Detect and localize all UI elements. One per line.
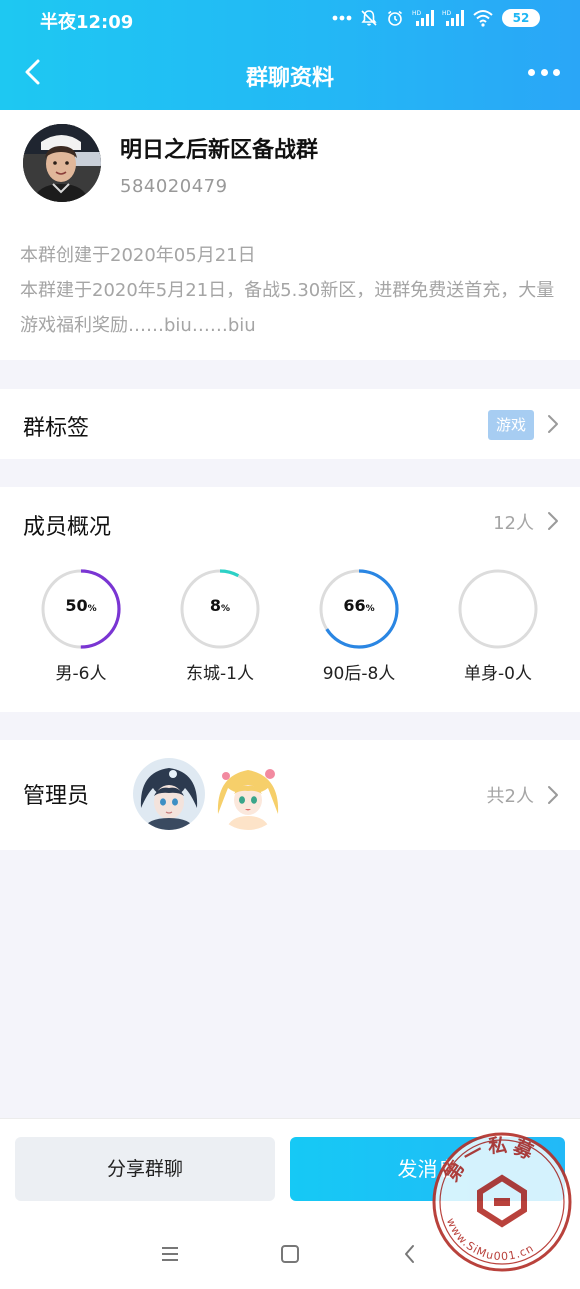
battery-indicator: 52 (502, 9, 540, 27)
stat-age: 66% 90后-8人 (299, 567, 419, 684)
more-options-button[interactable] (524, 58, 564, 86)
bottom-action-bar: 分享群聊 发消息 (0, 1118, 580, 1220)
stat-location: 8% 东城-1人 (160, 567, 280, 684)
stat-single-label: 单身-0人 (464, 664, 532, 684)
signal-hd-icon-1: HD (412, 10, 434, 26)
send-message-button[interactable]: 发消息 (290, 1137, 565, 1201)
group-created-date: 本群创建于2020年05月21日 (20, 245, 256, 266)
share-group-button[interactable]: 分享群聊 (15, 1137, 275, 1201)
status-bar: 半夜12:09 HD HD 52 (0, 0, 580, 36)
chevron-right-icon (548, 415, 558, 433)
stat-age-label: 90后-8人 (322, 664, 396, 684)
page-title: 群聊资料 (245, 66, 334, 91)
wifi-icon (473, 10, 493, 27)
group-id: 584020479 (120, 176, 228, 197)
stat-age-percent: 66% (343, 596, 375, 615)
stat-location-percent: 8% (209, 596, 231, 615)
menu-icon[interactable] (158, 1242, 182, 1266)
status-time: 半夜12:09 (40, 12, 134, 33)
members-overview-title: 成员概况 (23, 515, 112, 540)
stat-gender: 50% 男-6人 (21, 567, 141, 684)
svg-text:HD: HD (412, 10, 422, 17)
home-icon[interactable] (278, 1242, 302, 1266)
group-description: 本群创建于2020年05月21日 本群建于2020年5月21日，备战5.30新区… (20, 238, 570, 343)
member-stats: 50% 男-6人 8% 东城-1人 66% 90后-8人 单身-0人 (0, 567, 580, 697)
stat-location-label: 东城-1人 (186, 664, 254, 684)
admins-count: 共2人 (486, 786, 534, 807)
tag-badge: 游戏 (487, 410, 534, 440)
system-nav-bar (0, 1220, 580, 1289)
admins-row[interactable]: 管理员 共2人 (0, 740, 580, 850)
ring-single (458, 569, 538, 649)
admins-title: 管理员 (23, 784, 90, 809)
status-icons: HD HD 52 (332, 8, 540, 28)
group-name: 明日之后新区备战群 (120, 138, 319, 163)
group-tags-title: 群标签 (23, 416, 90, 441)
svg-text:HD: HD (442, 10, 452, 17)
chevron-right-icon (548, 786, 558, 804)
group-info-card: 明日之后新区备战群 584020479 本群创建于2020年05月21日 本群建… (0, 110, 580, 360)
members-count[interactable]: 12人 (493, 509, 534, 535)
back-icon[interactable] (398, 1242, 422, 1266)
signal-hd-icon-2: HD (442, 10, 464, 26)
group-intro-text: 本群建于2020年5月21日，备战5.30新区，进群免费送首充，大量游戏福利奖励… (20, 280, 555, 336)
admin-avatar[interactable] (212, 758, 284, 830)
app-header: 半夜12:09 HD HD 52 群聊资料 (0, 0, 580, 110)
members-overview-card: 成员概况 12人 50% 男-6人 8% 东城-1人 66% 90后-8人 单身… (0, 487, 580, 712)
stat-single: 单身-0人 (438, 567, 558, 684)
mute-bell-icon (361, 10, 377, 26)
alarm-icon (388, 10, 402, 26)
group-tags-row[interactable]: 群标签 游戏 (0, 389, 580, 459)
stat-gender-percent: 50% (65, 596, 97, 615)
more-dots-icon (332, 15, 352, 21)
admin-avatar[interactable] (133, 758, 205, 830)
chevron-right-icon[interactable] (546, 511, 560, 531)
group-avatar[interactable] (23, 124, 101, 202)
stat-gender-label: 男-6人 (55, 664, 107, 684)
